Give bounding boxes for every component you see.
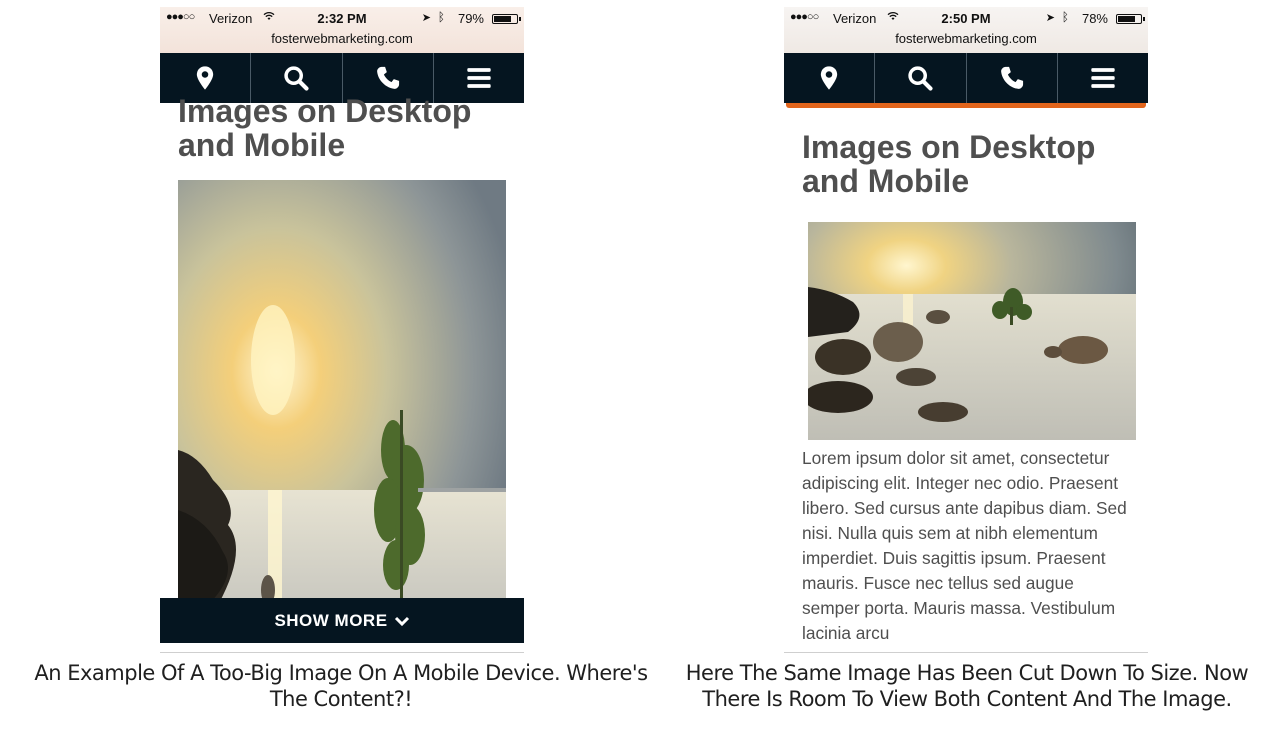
menu-button[interactable] <box>1058 53 1148 103</box>
lake-photo-oversized <box>178 180 506 605</box>
bluetooth-icon: ᛒ <box>1061 10 1069 24</box>
page-title: Images on Desktop and Mobile <box>802 129 1096 199</box>
right-phone-screenshot: ●●●○○ Verizon 2:50 PM ➤ ᛒ 78% fosterwebm… <box>784 7 1148 653</box>
address-bar-url[interactable]: fosterwebmarketing.com <box>784 31 1148 46</box>
address-bar-url[interactable]: fosterwebmarketing.com <box>160 31 524 46</box>
body-text: Lorem ipsum dolor sit amet, consectetur … <box>802 448 1127 643</box>
browser-header: ●●●○○ Verizon 2:50 PM ➤ ᛒ 78% fosterwebm… <box>784 7 1148 53</box>
map-pin-icon <box>815 64 843 92</box>
battery-icon <box>492 14 521 24</box>
phone-button[interactable] <box>967 53 1058 103</box>
search-button[interactable] <box>875 53 967 103</box>
divider <box>784 652 1148 653</box>
map-pin-button[interactable] <box>784 53 876 103</box>
status-bar: ●●●○○ Verizon 2:32 PM ➤ ᛒ 79% <box>166 10 521 27</box>
show-more-label: SHOW MORE <box>274 610 388 630</box>
page-title: Images on Desktop and Mobile <box>178 93 472 163</box>
search-icon <box>282 64 310 92</box>
search-icon <box>906 64 934 92</box>
accent-bar <box>786 103 1146 108</box>
show-more-button[interactable]: SHOW MORE <box>160 598 524 643</box>
battery-fill <box>494 16 511 22</box>
divider <box>160 652 524 653</box>
map-pin-icon <box>191 64 219 92</box>
caption-right: Here The Same Image Has Been Cut Down To… <box>685 661 1249 711</box>
battery-icon <box>1116 14 1145 24</box>
bluetooth-icon: ᛒ <box>437 10 445 24</box>
menu-icon <box>465 64 493 92</box>
battery-percent: 78% <box>1081 11 1108 26</box>
menu-icon <box>1089 64 1117 92</box>
lake-photo-resized <box>808 222 1136 440</box>
chevron-down-icon <box>394 616 409 626</box>
battery-percent: 79% <box>457 11 484 26</box>
phone-icon <box>374 64 402 92</box>
location-arrow-icon: ➤ <box>1045 12 1055 24</box>
caption-left: An Example Of A Too-Big Image On A Mobil… <box>34 661 648 711</box>
browser-header: ●●●○○ Verizon 2:32 PM ➤ ᛒ 79% fosterwebm… <box>160 7 524 53</box>
phone-icon <box>998 64 1026 92</box>
status-bar: ●●●○○ Verizon 2:50 PM ➤ ᛒ 78% <box>790 10 1145 27</box>
nav-bar <box>784 53 1148 103</box>
battery-fill <box>1118 16 1135 22</box>
left-phone-screenshot: ●●●○○ Verizon 2:32 PM ➤ ᛒ 79% fosterwebm… <box>160 7 524 653</box>
location-arrow-icon: ➤ <box>421 12 431 24</box>
